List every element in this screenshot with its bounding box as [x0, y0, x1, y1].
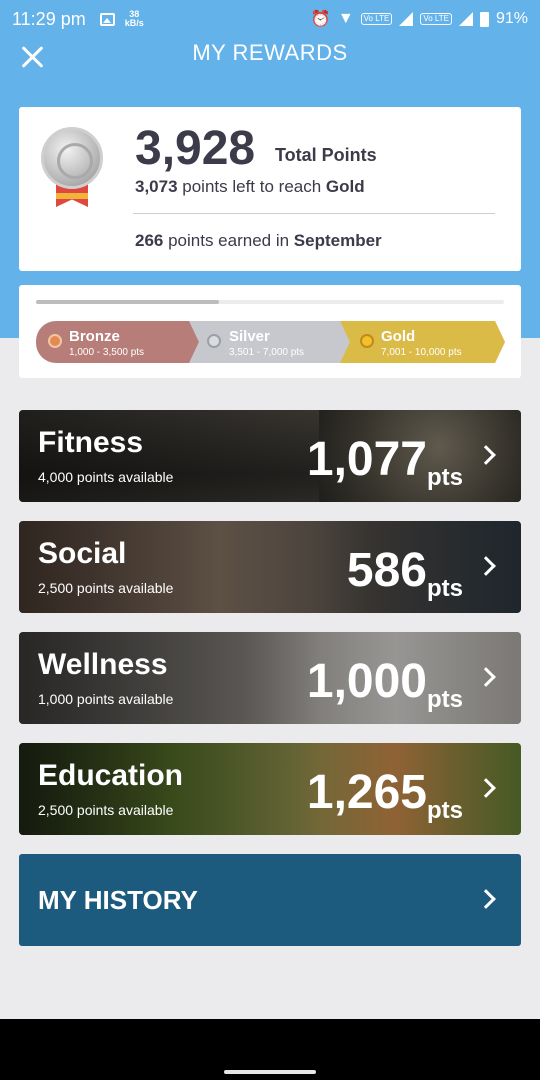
total-points-label: Total Points: [275, 145, 377, 165]
tier-progress-fill: [36, 300, 219, 304]
category-points-unit: pts: [427, 464, 463, 491]
system-nav-bar: [0, 1019, 540, 1080]
points-left-text: 3,073 points left to reach Gold: [135, 177, 365, 197]
tier-range: 1,000 - 3,500 pts: [69, 347, 145, 358]
bronze-medal-icon: [48, 334, 62, 348]
status-time: 11:29 pm: [12, 8, 86, 29]
volte-badge-2: Vo LTE: [420, 13, 452, 25]
chevron-right-icon: [476, 889, 496, 909]
category-fitness[interactable]: Fitness 4,000 points available 1,077 pts: [19, 410, 521, 502]
net-speed: 38 kB/s: [125, 10, 144, 28]
earned-this-month-text: 266 points earned in September: [135, 231, 382, 251]
gold-medal-icon: [360, 334, 374, 348]
tier-name: Bronze: [69, 328, 120, 345]
my-history-label: MY HISTORY: [38, 885, 198, 915]
tier-range: 3,501 - 7,000 pts: [229, 347, 305, 358]
wifi-icon: ▼: [337, 10, 354, 27]
category-name: Fitness: [38, 426, 144, 459]
category-points: 586 pts: [346, 543, 463, 602]
category-points: 1,265 pts: [306, 765, 463, 824]
category-points-unit: pts: [427, 797, 463, 824]
tier-silver: Silver 3,501 - 7,000 pts: [189, 321, 354, 363]
next-tier-name: Gold: [325, 177, 365, 196]
tier-name: Gold: [381, 328, 416, 345]
medal-disc: [41, 127, 103, 189]
earned-caption: points earned in: [163, 231, 294, 250]
category-name: Social: [38, 537, 127, 570]
home-gesture-handle[interactable]: [224, 1070, 316, 1074]
volte-badge-1: Vo LTE: [360, 13, 393, 25]
signal-icon-2: [458, 12, 473, 26]
tier-bronze: Bronze 1,000 - 3,500 pts: [36, 321, 204, 363]
category-points-value: 1,000: [306, 655, 427, 708]
category-wellness[interactable]: Wellness 1,000 points available 1,000 pt…: [19, 632, 521, 724]
card-divider: [133, 213, 495, 214]
silver-medal-icon: [207, 334, 221, 348]
category-points-unit: pts: [427, 686, 463, 713]
status-bar: 11:29 pm 38 kB/s ⏰ ▼ Vo LTE Vo LTE 91%: [0, 0, 540, 38]
total-points-value: 3,928: [135, 122, 256, 175]
alarm-icon: ⏰: [310, 11, 331, 28]
tier-name: Silver: [229, 328, 270, 345]
category-social[interactable]: Social 2,500 points available 586 pts: [19, 521, 521, 613]
category-name: Wellness: [38, 648, 168, 681]
category-points: 1,077 pts: [306, 432, 463, 491]
category-education[interactable]: Education 2,500 points available 1,265 p…: [19, 743, 521, 835]
image-icon: [99, 12, 115, 26]
page-title: MY REWARDS: [192, 40, 348, 65]
points-summary-card: 3,928 Total Points 3,073 points left to …: [19, 107, 521, 271]
category-name: Education: [38, 759, 184, 792]
silver-medal-icon: [41, 127, 103, 217]
category-available: 2,500 points available: [38, 802, 174, 818]
points-left-value: 3,073: [135, 177, 178, 196]
battery-percent: 91%: [495, 10, 528, 27]
net-speed-unit: kB/s: [124, 18, 144, 28]
tier-progress-card: Bronze 1,000 - 3,500 pts Silver 3,501 - …: [19, 285, 521, 378]
category-points-unit: pts: [427, 575, 463, 602]
points-left-caption: points left to reach: [177, 177, 326, 196]
category-available: 2,500 points available: [38, 580, 174, 596]
tier-range: 7,001 - 10,000 pts: [381, 347, 462, 358]
battery-icon: [479, 11, 489, 27]
category-available: 1,000 points available: [38, 691, 174, 707]
tier-gold: Gold 7,001 - 10,000 pts: [340, 321, 505, 363]
category-points-value: 1,265: [306, 766, 427, 819]
signal-icon: [399, 12, 414, 26]
category-points: 1,000 pts: [306, 654, 463, 713]
earned-points-value: 266: [135, 231, 164, 250]
category-points-value: 586: [346, 544, 427, 597]
category-available: 4,000 points available: [38, 469, 174, 485]
tier-progress-track: [36, 300, 504, 304]
my-history-button[interactable]: MY HISTORY: [19, 854, 521, 946]
category-points-value: 1,077: [306, 433, 427, 486]
earned-month: September: [293, 231, 382, 250]
